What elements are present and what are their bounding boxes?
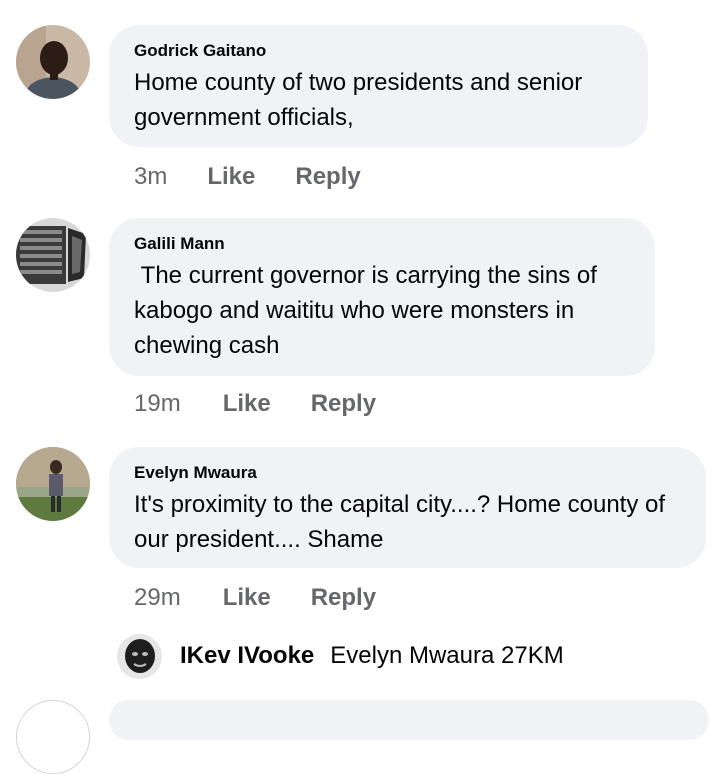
comment-text: The current governor is carrying the sin… [134, 262, 604, 359]
comment-bubble: Godrick Gaitano Home county of two presi… [109, 25, 648, 147]
comment-bubble: Evelyn Mwaura It's proximity to the capi… [109, 447, 706, 568]
avatar[interactable] [16, 700, 90, 774]
reply-button[interactable]: Reply [311, 390, 376, 418]
reply-button[interactable]: Reply [295, 163, 360, 191]
comment-time[interactable]: 29m [134, 584, 181, 612]
comment-time[interactable]: 3m [134, 163, 167, 191]
comment-author[interactable]: Godrick Gaitano [134, 41, 622, 61]
like-button[interactable]: Like [223, 390, 271, 418]
avatar[interactable] [16, 25, 90, 99]
comment-text: It's proximity to the capital city....? … [134, 491, 672, 553]
reply-author[interactable]: IKev IVooke [180, 642, 314, 670]
avatar[interactable] [117, 633, 162, 679]
comment-author[interactable]: Galili Mann [134, 234, 629, 254]
comment-text: Home county of two presidents and senior… [134, 69, 589, 131]
reply-preview[interactable]: IKev IVooke Evelyn Mwaura 27KM [117, 631, 564, 681]
comment-bubble [109, 700, 709, 740]
comment-actions: 3m Like Reply [134, 162, 361, 192]
comment-bubble: Galili Mann The current governor is carr… [109, 218, 655, 376]
comment-author[interactable]: Evelyn Mwaura [134, 463, 680, 483]
avatar[interactable] [16, 447, 90, 521]
avatar[interactable] [16, 218, 90, 292]
reply-text: Evelyn Mwaura 27KM [330, 642, 564, 669]
reply-button[interactable]: Reply [311, 584, 376, 612]
like-button[interactable]: Like [223, 584, 271, 612]
like-button[interactable]: Like [207, 163, 255, 191]
comment-actions: 19m Like Reply [134, 389, 376, 419]
comment-time[interactable]: 19m [134, 390, 181, 418]
comment-actions: 29m Like Reply [134, 583, 376, 613]
